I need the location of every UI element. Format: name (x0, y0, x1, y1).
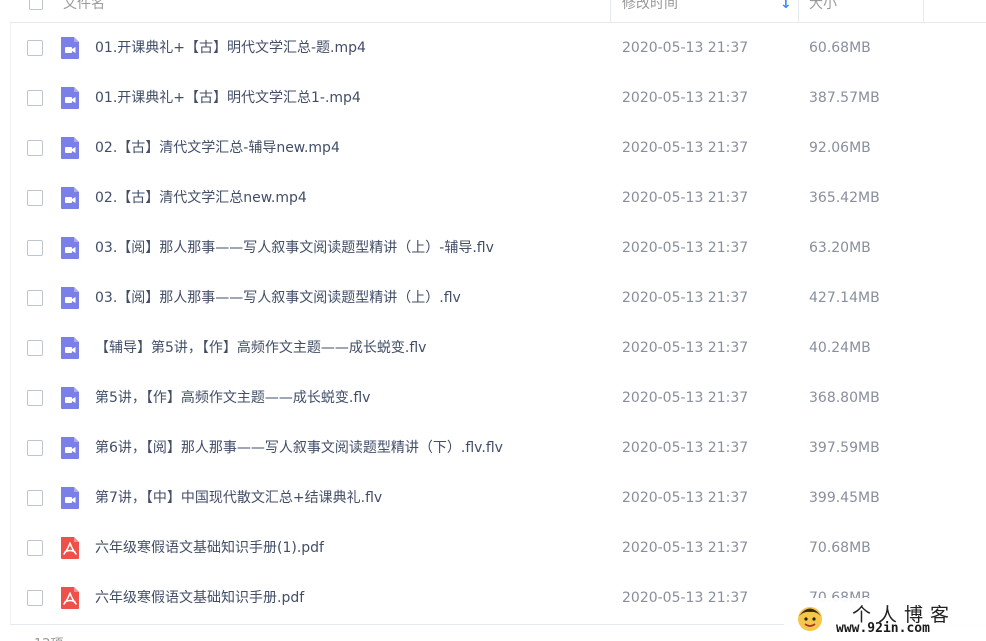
file-size: 399.45MB (809, 490, 880, 506)
file-modified-time: 2020-05-13 21:37 (622, 440, 749, 456)
row-checkbox[interactable] (27, 290, 43, 306)
file-modified-time: 2020-05-13 21:37 (622, 490, 749, 506)
row-checkbox[interactable] (27, 190, 43, 206)
file-row[interactable]: 01.开课典礼+【古】明代文学汇总1-.mp4 2020-05-13 21:37 3… (10, 73, 986, 123)
pdf-file-icon (58, 586, 82, 610)
file-list: 01.开课典礼+【古】明代文学汇总-题.mp4 2020-05-13 21:37 6… (10, 23, 986, 623)
file-row[interactable]: 02.【古】清代文学汇总new.mp4 2020-05-13 21:37 365.4… (10, 173, 986, 223)
file-modified-time: 2020-05-13 21:37 (622, 140, 749, 156)
file-row[interactable]: 第6讲，【阅】那人那事——写人叙事文阅读题型精讲（下）.flv.flv 2020-… (10, 423, 986, 473)
file-modified-time: 2020-05-13 21:37 (622, 390, 749, 406)
sort-descending-icon[interactable]: ↓ (780, 0, 792, 22)
file-name[interactable]: 01.开课典礼+【古】明代文学汇总1-.mp4 (95, 73, 361, 123)
column-divider (610, 0, 611, 22)
file-modified-time: 2020-05-13 21:37 (622, 540, 749, 556)
file-browser: 文件名 修改时间 ↓ 大小 01.开课典礼+【古】明代文学汇总-题.mp4 202… (0, 0, 986, 641)
file-modified-time: 2020-05-13 21:37 (622, 190, 749, 206)
file-size: 387.57MB (809, 90, 880, 106)
row-checkbox[interactable] (27, 440, 43, 456)
file-row[interactable]: 第7讲，【中】中国现代散文汇总+结课典礼.flv 2020-05-13 21:37… (10, 473, 986, 523)
column-header-size[interactable]: 大小 (809, 0, 837, 22)
file-name[interactable]: 六年级寒假语文基础知识手册(1).pdf (95, 523, 324, 573)
file-name[interactable]: 第5讲，【作】高频作文主题——成长蜕变.flv (95, 373, 370, 423)
file-row[interactable]: 【辅导】第5讲，【作】高频作文主题——成长蜕变.flv 2020-05-13 21… (10, 323, 986, 373)
file-modified-time: 2020-05-13 21:37 (622, 90, 749, 106)
video-file-icon (58, 336, 82, 360)
video-file-icon (58, 286, 82, 310)
watermark-url: www.92in.com (836, 621, 930, 636)
file-name[interactable]: 01.开课典礼+【古】明代文学汇总-题.mp4 (95, 23, 366, 73)
pdf-file-icon (58, 536, 82, 560)
file-size: 427.14MB (809, 290, 880, 306)
select-all-checkbox[interactable] (29, 0, 43, 10)
file-name[interactable]: 【辅导】第5讲，【作】高频作文主题——成长蜕变.flv (95, 323, 426, 373)
file-size: 60.68MB (809, 40, 871, 56)
column-divider (923, 0, 924, 22)
column-header-bar: 文件名 修改时间 ↓ 大小 (10, 0, 986, 23)
file-name[interactable]: 第7讲，【中】中国现代散文汇总+结课典礼.flv (95, 473, 382, 523)
column-divider (798, 0, 799, 22)
file-size: 365.42MB (809, 190, 880, 206)
file-name[interactable]: 六年级寒假语文基础知识手册.pdf (95, 573, 304, 623)
file-size: 40.24MB (809, 340, 871, 356)
row-checkbox[interactable] (27, 540, 43, 556)
file-name[interactable]: 第6讲，【阅】那人那事——写人叙事文阅读题型精讲（下）.flv.flv (95, 423, 503, 473)
file-size: 397.59MB (809, 440, 880, 456)
row-checkbox[interactable] (27, 390, 43, 406)
row-checkbox[interactable] (27, 140, 43, 156)
column-header-modified[interactable]: 修改时间 (622, 0, 678, 22)
video-file-icon (58, 136, 82, 160)
blog-watermark: 个人博客 www.92in.com (784, 598, 986, 641)
video-file-icon (58, 386, 82, 410)
file-row[interactable]: 01.开课典礼+【古】明代文学汇总-题.mp4 2020-05-13 21:37 6… (10, 23, 986, 73)
file-row[interactable]: 六年级寒假语文基础知识手册(1).pdf 2020-05-13 21:37 70.6… (10, 523, 986, 573)
video-file-icon (58, 186, 82, 210)
file-size: 368.80MB (809, 390, 880, 406)
item-count: 12项 (34, 633, 64, 641)
file-modified-time: 2020-05-13 21:37 (622, 290, 749, 306)
file-row[interactable]: 第5讲，【作】高频作文主题——成长蜕变.flv 2020-05-13 21:37 3… (10, 373, 986, 423)
file-modified-time: 2020-05-13 21:37 (622, 340, 749, 356)
file-modified-time: 2020-05-13 21:37 (622, 590, 749, 606)
file-row[interactable]: 03.【阅】那人那事——写人叙事文阅读题型精讲（上）-辅导.flv 2020-05… (10, 223, 986, 273)
file-name[interactable]: 03.【阅】那人那事——写人叙事文阅读题型精讲（上）.flv (95, 273, 461, 323)
row-checkbox[interactable] (27, 340, 43, 356)
file-size: 70.68MB (809, 540, 871, 556)
video-file-icon (58, 486, 82, 510)
row-checkbox[interactable] (27, 90, 43, 106)
file-name[interactable]: 02.【古】清代文学汇总new.mp4 (95, 173, 307, 223)
column-header-name[interactable]: 文件名 (63, 0, 105, 22)
file-name[interactable]: 02.【古】清代文学汇总-辅导new.mp4 (95, 123, 340, 173)
row-checkbox[interactable] (27, 490, 43, 506)
file-modified-time: 2020-05-13 21:37 (622, 40, 749, 56)
video-file-icon (58, 236, 82, 260)
file-row[interactable]: 03.【阅】那人那事——写人叙事文阅读题型精讲（上）.flv 2020-05-13… (10, 273, 986, 323)
file-size: 63.20MB (809, 240, 871, 256)
file-row[interactable]: 02.【古】清代文学汇总-辅导new.mp4 2020-05-13 21:37 92… (10, 123, 986, 173)
row-checkbox[interactable] (27, 240, 43, 256)
file-name[interactable]: 03.【阅】那人那事——写人叙事文阅读题型精讲（上）-辅导.flv (95, 223, 494, 273)
video-file-icon (58, 436, 82, 460)
video-file-icon (58, 86, 82, 110)
video-file-icon (58, 36, 82, 60)
row-checkbox[interactable] (27, 590, 43, 606)
file-size: 92.06MB (809, 140, 871, 156)
blog-logo-icon (798, 607, 822, 631)
file-modified-time: 2020-05-13 21:37 (622, 240, 749, 256)
row-checkbox[interactable] (27, 40, 43, 56)
